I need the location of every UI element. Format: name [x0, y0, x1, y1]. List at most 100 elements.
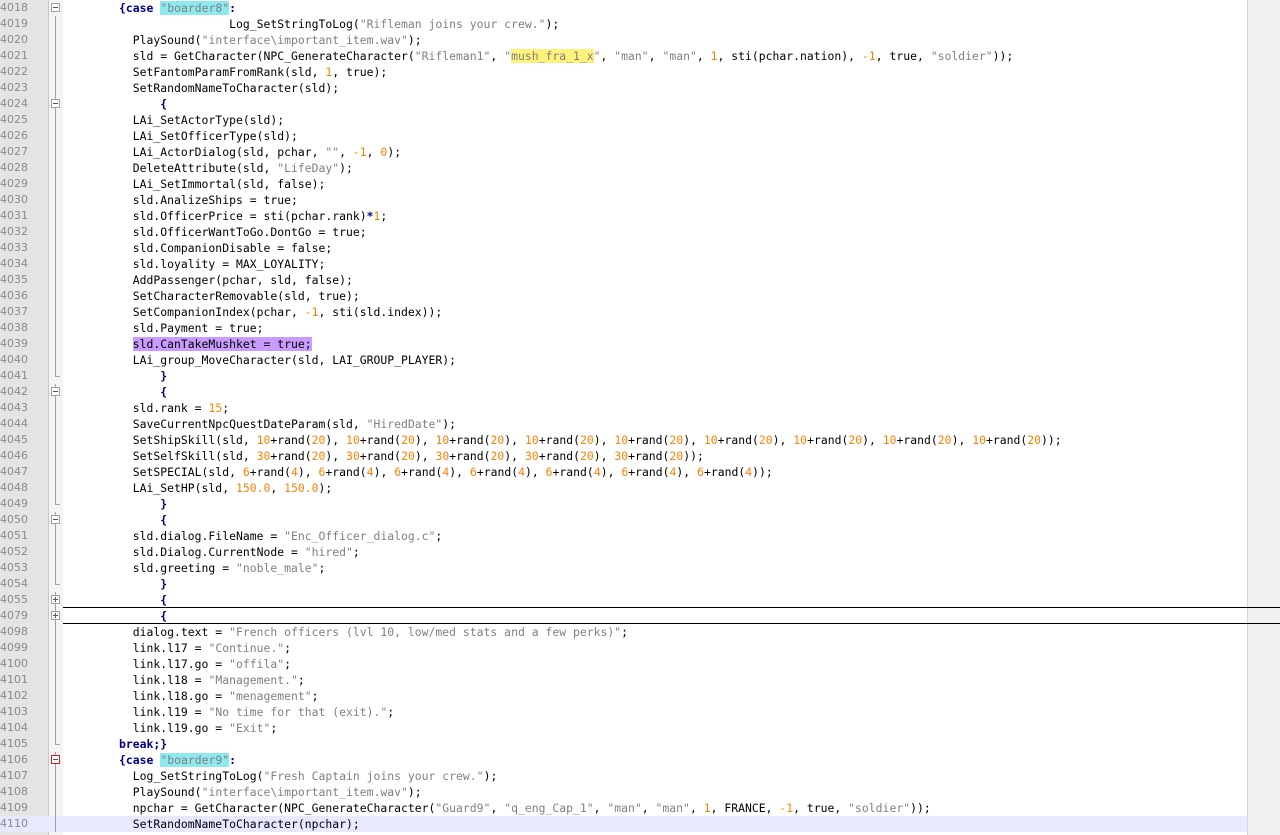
code-line[interactable]: 4104 link.l19.go = "Exit"; — [0, 720, 1247, 736]
code-line[interactable]: 4051 sld.dialog.FileName = "Enc_Officer_… — [0, 528, 1247, 544]
code-text[interactable]: link.l17.go = "offila"; — [64, 656, 291, 672]
code-line[interactable]: 4052 sld.Dialog.CurrentNode = "hired"; — [0, 544, 1247, 560]
code-line[interactable]: 4032 sld.OfficerWantToGo.DontGo = true; — [0, 224, 1247, 240]
code-line[interactable]: 4031 sld.OfficerPrice = sti(pchar.rank)*… — [0, 208, 1247, 224]
code-text[interactable]: LAi_group_MoveCharacter(sld, LAI_GROUP_P… — [64, 352, 456, 368]
code-text[interactable]: { — [64, 384, 167, 400]
code-line[interactable]: 4044 SaveCurrentNpcQuestDateParam(sld, "… — [0, 416, 1247, 432]
code-text[interactable]: SetRandomNameToCharacter(sld); — [64, 80, 339, 96]
fold-expand-icon[interactable] — [49, 592, 63, 608]
code-text[interactable]: { — [64, 608, 167, 624]
code-line[interactable]: 4018 {case "boarder8": — [0, 0, 1247, 16]
code-line[interactable]: 4046 SetSelfSkill(sld, 30+rand(20), 30+r… — [0, 448, 1247, 464]
code-text[interactable]: SetFantomParamFromRank(sld, 1, true); — [64, 64, 387, 80]
code-line[interactable]: 4037 SetCompanionIndex(pchar, -1, sti(sl… — [0, 304, 1247, 320]
code-line[interactable]: 4048 LAi_SetHP(sld, 150.0, 150.0); — [0, 480, 1247, 496]
code-line[interactable]: 4021 sld = GetCharacter(NPC_GenerateChar… — [0, 48, 1247, 64]
code-text[interactable]: link.l18.go = "menagement"; — [64, 688, 319, 704]
code-text[interactable]: PlaySound("interface\important_item.wav"… — [64, 32, 422, 48]
code-line[interactable]: 4098 dialog.text = "French officers (lvl… — [0, 624, 1247, 640]
code-text[interactable]: sld.Dialog.CurrentNode = "hired"; — [64, 544, 360, 560]
code-text[interactable]: {case "boarder9": — [64, 752, 236, 768]
fold-collapse-icon[interactable] — [49, 0, 63, 16]
code-text[interactable]: sld.dialog.FileName = "Enc_Officer_dialo… — [64, 528, 443, 544]
code-line[interactable]: 4023 SetRandomNameToCharacter(sld); — [0, 80, 1247, 96]
code-line[interactable]: 4053 sld.greeting = "noble_male"; — [0, 560, 1247, 576]
code-text[interactable]: dialog.text = "French officers (lvl 10, … — [64, 624, 628, 640]
code-text[interactable]: LAi_SetActorType(sld); — [64, 112, 284, 128]
code-text[interactable]: sld = GetCharacter(NPC_GenerateCharacter… — [64, 48, 1013, 64]
code-line[interactable]: 4109 npchar = GetCharacter(NPC_GenerateC… — [0, 800, 1247, 816]
code-line[interactable]: 4106 {case "boarder9": — [0, 752, 1247, 768]
code-text[interactable]: } — [64, 576, 167, 592]
code-text[interactable]: LAi_ActorDialog(sld, pchar, "", -1, 0); — [64, 144, 401, 160]
code-text[interactable]: sld.greeting = "noble_male"; — [64, 560, 326, 576]
code-line[interactable]: 4043 sld.rank = 15; — [0, 400, 1247, 416]
code-line[interactable]: 4034 sld.loyality = MAX_LOYALITY; — [0, 256, 1247, 272]
code-text[interactable]: } — [64, 496, 167, 512]
code-text[interactable]: sld.CanTakeMushket = true; — [64, 336, 312, 352]
code-lines[interactable]: 4018 {case "boarder8": 4019 Log_SetString… — [0, 0, 1280, 832]
code-line[interactable]: 4027 LAi_ActorDialog(sld, pchar, "", -1,… — [0, 144, 1247, 160]
code-text[interactable]: { — [64, 512, 167, 528]
code-text[interactable]: sld.OfficerPrice = sti(pchar.rank)*1; — [64, 208, 388, 224]
code-line[interactable]: 4042 { — [0, 384, 1247, 400]
code-line[interactable]: 4099 link.l17 = "Continue."; — [0, 640, 1247, 656]
code-line[interactable]: 4020 PlaySound("interface\important_item… — [0, 32, 1247, 48]
fold-expand-icon[interactable] — [49, 608, 63, 624]
code-text[interactable]: LAi_SetImmortal(sld, false); — [64, 176, 326, 192]
code-text[interactable]: link.l19.go = "Exit"; — [64, 720, 277, 736]
code-text[interactable]: { — [64, 592, 167, 608]
code-line[interactable]: 4026 LAi_SetOfficerType(sld); — [0, 128, 1247, 144]
code-text[interactable]: SetSPECIAL(sld, 6+rand(4), 6+rand(4), 6+… — [64, 464, 773, 480]
code-line[interactable]: 4025 LAi_SetActorType(sld); — [0, 112, 1247, 128]
code-text[interactable]: {case "boarder8": — [64, 0, 236, 16]
code-line[interactable]: 4054 } — [0, 576, 1247, 592]
code-line[interactable]: 4047 SetSPECIAL(sld, 6+rand(4), 6+rand(4… — [0, 464, 1247, 480]
code-text[interactable]: sld.Payment = true; — [64, 320, 264, 336]
code-text[interactable]: LAi_SetOfficerType(sld); — [64, 128, 298, 144]
code-text[interactable]: sld.loyality = MAX_LOYALITY; — [64, 256, 326, 272]
code-line[interactable]: 4029 LAi_SetImmortal(sld, false); — [0, 176, 1247, 192]
code-text[interactable]: SetShipSkill(sld, 10+rand(20), 10+rand(2… — [64, 432, 1062, 448]
code-line[interactable]: 4030 sld.AnalizeShips = true; — [0, 192, 1247, 208]
code-line[interactable]: 4079 { — [0, 608, 1280, 624]
code-text[interactable]: Log_SetStringToLog("Rifleman joins your … — [64, 16, 559, 32]
code-text[interactable]: link.l19 = "No time for that (exit)."; — [64, 704, 394, 720]
code-line[interactable]: 4022 SetFantomParamFromRank(sld, 1, true… — [0, 64, 1247, 80]
code-text[interactable]: Log_SetStringToLog("Fresh Captain joins … — [64, 768, 498, 784]
code-text[interactable]: } — [64, 368, 167, 384]
code-line[interactable]: 4108 PlaySound("interface\important_item… — [0, 784, 1247, 800]
code-text[interactable]: SetRandomNameToCharacter(npchar); — [64, 816, 360, 832]
code-line[interactable]: 4101 link.l18 = "Management."; — [0, 672, 1247, 688]
code-line[interactable]: 4040 LAi_group_MoveCharacter(sld, LAI_GR… — [0, 352, 1247, 368]
fold-collapse-icon[interactable] — [49, 752, 63, 768]
code-line[interactable]: 4035 AddPassenger(pchar, sld, false); — [0, 272, 1247, 288]
code-line[interactable]: 4103 link.l19 = "No time for that (exit)… — [0, 704, 1247, 720]
code-text[interactable]: break;} — [64, 736, 167, 752]
code-text[interactable]: AddPassenger(pchar, sld, false); — [64, 272, 353, 288]
code-line[interactable]: 4045 SetShipSkill(sld, 10+rand(20), 10+r… — [0, 432, 1247, 448]
code-line[interactable]: 4041 } — [0, 368, 1247, 384]
code-line[interactable]: 4049 } — [0, 496, 1247, 512]
code-text[interactable]: LAi_SetHP(sld, 150.0, 150.0); — [64, 480, 332, 496]
code-line[interactable]: 4036 SetCharacterRemovable(sld, true); — [0, 288, 1247, 304]
code-text[interactable]: SetCharacterRemovable(sld, true); — [64, 288, 360, 304]
code-line[interactable]: 4110 SetRandomNameToCharacter(npchar); — [0, 816, 1247, 832]
code-line[interactable]: 4102 link.l18.go = "menagement"; — [0, 688, 1247, 704]
code-line[interactable]: 4028 DeleteAttribute(sld, "LifeDay"); — [0, 160, 1247, 176]
code-text[interactable]: npchar = GetCharacter(NPC_GenerateCharac… — [64, 800, 931, 816]
code-text[interactable]: { — [64, 96, 167, 112]
fold-collapse-icon[interactable] — [49, 384, 63, 400]
code-line[interactable]: 4105 break;} — [0, 736, 1247, 752]
code-editor[interactable]: 4018 {case "boarder8": 4019 Log_SetString… — [0, 0, 1280, 835]
code-line[interactable]: 4024 { — [0, 96, 1247, 112]
code-text[interactable]: SaveCurrentNpcQuestDateParam(sld, "Hired… — [64, 416, 456, 432]
fold-collapse-icon[interactable] — [49, 96, 63, 112]
code-line[interactable]: 4038 sld.Payment = true; — [0, 320, 1247, 336]
fold-collapse-icon[interactable] — [49, 512, 63, 528]
code-line[interactable]: 4039 sld.CanTakeMushket = true; — [0, 336, 1247, 352]
code-text[interactable]: SetCompanionIndex(pchar, -1, sti(sld.ind… — [64, 304, 443, 320]
code-text[interactable]: sld.OfficerWantToGo.DontGo = true; — [64, 224, 367, 240]
code-line[interactable]: 4055 { — [0, 592, 1280, 608]
